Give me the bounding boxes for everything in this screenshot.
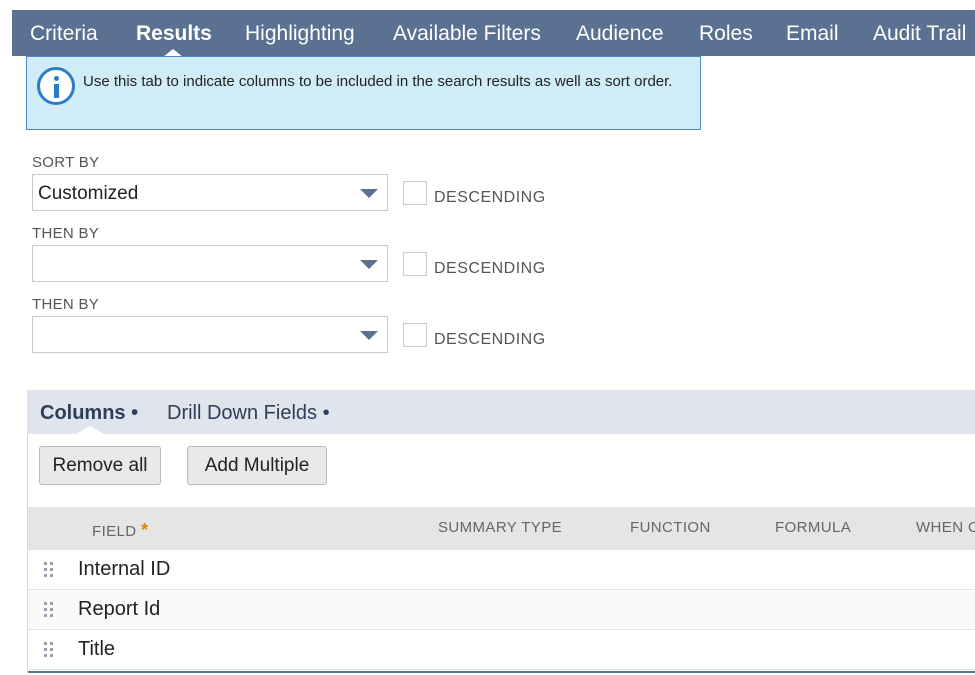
main-tab-bar: Criteria Results Highlighting Available …: [12, 10, 975, 56]
drag-handle-icon[interactable]: [44, 602, 54, 618]
column-header-summary-type: SUMMARY TYPE: [438, 519, 563, 536]
table-row[interactable]: Internal ID: [28, 550, 975, 590]
tab-roles[interactable]: Roles: [699, 10, 753, 56]
sort-by-descending-checkbox[interactable]: [403, 181, 427, 205]
field-cell: Title: [78, 638, 116, 660]
field-cell: Report Id: [78, 598, 161, 620]
subtab-drill-down-fields[interactable]: Drill Down Fields •: [167, 390, 330, 434]
info-message: Use this tab to indicate columns to be i…: [83, 73, 673, 90]
then-by-descending-checkbox-2[interactable]: [403, 323, 427, 347]
grid-bottom-border: [28, 671, 975, 673]
tab-audience[interactable]: Audience: [576, 10, 664, 56]
required-marker: *: [141, 520, 149, 540]
column-header-formula: FORMULA: [775, 519, 852, 536]
tab-criteria[interactable]: Criteria: [30, 10, 98, 56]
drag-handle-icon[interactable]: [44, 562, 54, 578]
dropdown-arrow-icon: [360, 189, 378, 198]
sort-by-select[interactable]: Customized: [32, 174, 388, 211]
sort-by-value: Customized: [38, 183, 139, 204]
add-multiple-button[interactable]: Add Multiple: [187, 446, 327, 485]
then-by-descending-checkbox-1[interactable]: [403, 252, 427, 276]
then-by-descending-label-1: DESCENDING: [434, 260, 546, 277]
sub-tab-bar: Columns • Drill Down Fields •: [27, 390, 975, 434]
then-by-select-1[interactable]: [32, 245, 388, 282]
active-subtab-indicator: [76, 426, 104, 434]
column-header-when-ordered: WHEN O: [916, 519, 975, 536]
field-cell: Internal ID: [78, 558, 171, 580]
info-icon: [37, 67, 75, 105]
columns-grid-header: FIELD * SUMMARY TYPE FUNCTION FORMULA WH…: [28, 507, 975, 550]
then-by-select-2[interactable]: [32, 316, 388, 353]
table-row[interactable]: Title: [28, 630, 975, 670]
dropdown-arrow-icon: [360, 331, 378, 340]
tab-email[interactable]: Email: [786, 10, 839, 56]
dropdown-arrow-icon: [360, 260, 378, 269]
table-row[interactable]: Report Id: [28, 590, 975, 630]
then-by-label-1: THEN BY: [32, 225, 100, 242]
tab-highlighting[interactable]: Highlighting: [245, 10, 355, 56]
then-by-label-2: THEN BY: [32, 296, 100, 313]
drag-handle-icon[interactable]: [44, 642, 54, 658]
tab-audit-trail[interactable]: Audit Trail: [873, 10, 966, 56]
sort-by-descending-label: DESCENDING: [434, 189, 546, 206]
then-by-descending-label-2: DESCENDING: [434, 331, 546, 348]
remove-all-button[interactable]: Remove all: [39, 446, 161, 485]
column-header-field: FIELD *: [92, 520, 149, 540]
tab-available-filters[interactable]: Available Filters: [393, 10, 541, 56]
column-header-function: FUNCTION: [630, 519, 711, 536]
info-banner: Use this tab to indicate columns to be i…: [26, 56, 701, 130]
sort-by-label: SORT BY: [32, 154, 100, 171]
